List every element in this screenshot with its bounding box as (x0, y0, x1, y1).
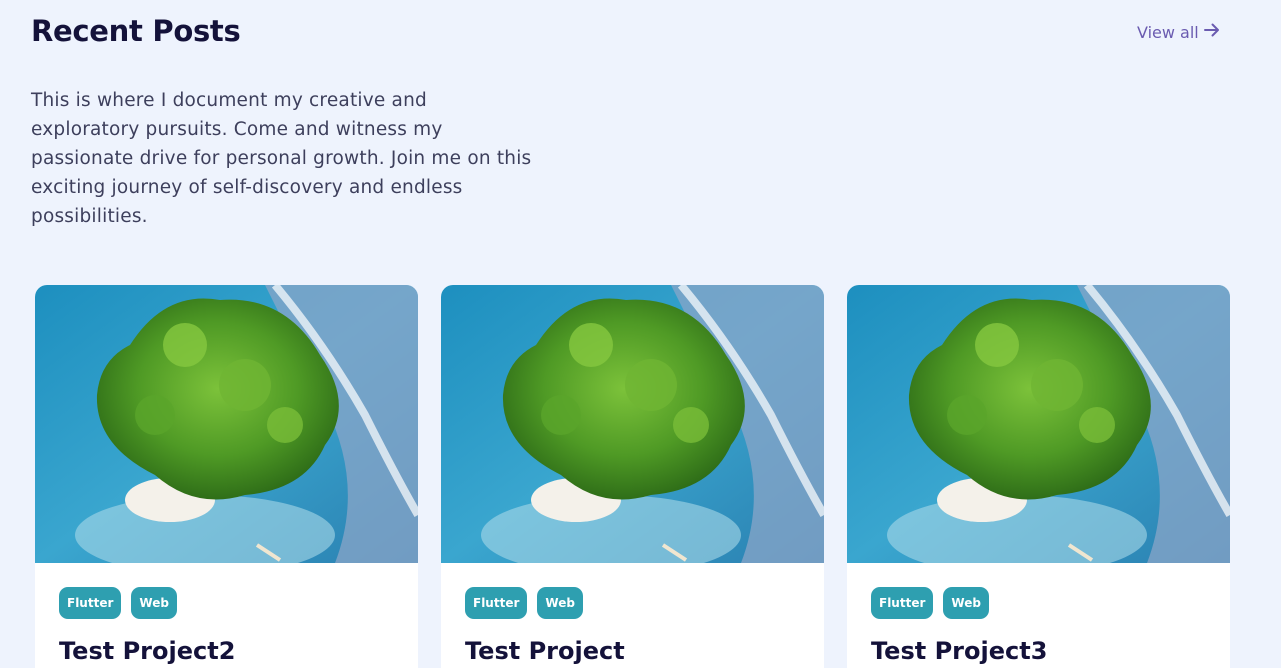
tag-list: Flutter Web (465, 587, 583, 619)
post-card[interactable]: Flutter Web Test Project (441, 285, 824, 668)
post-image[interactable] (441, 285, 824, 563)
post-title[interactable]: Test Project (465, 637, 625, 665)
post-card[interactable]: Flutter Web Test Project2 (35, 285, 418, 668)
tag-web[interactable]: Web (537, 587, 583, 619)
intro-text: This is where I document my creative and… (31, 90, 532, 227)
tag-flutter[interactable]: Flutter (871, 587, 934, 619)
tag-flutter[interactable]: Flutter (465, 587, 528, 619)
view-all-label: View all (1137, 22, 1199, 42)
post-card[interactable]: Flutter Web Test Project3 (847, 285, 1230, 668)
tag-list: Flutter Web (871, 587, 989, 619)
tag-list: Flutter Web (59, 587, 177, 619)
arrow-right-icon (1203, 21, 1221, 43)
post-title[interactable]: Test Project2 (59, 637, 235, 665)
tag-flutter[interactable]: Flutter (59, 587, 122, 619)
section-title: Recent Posts (31, 14, 241, 48)
post-title[interactable]: Test Project3 (871, 637, 1047, 665)
tag-web[interactable]: Web (131, 587, 177, 619)
view-all-link[interactable]: View all (1137, 21, 1221, 43)
post-image[interactable] (847, 285, 1230, 563)
tag-web[interactable]: Web (943, 587, 989, 619)
post-image[interactable] (35, 285, 418, 563)
